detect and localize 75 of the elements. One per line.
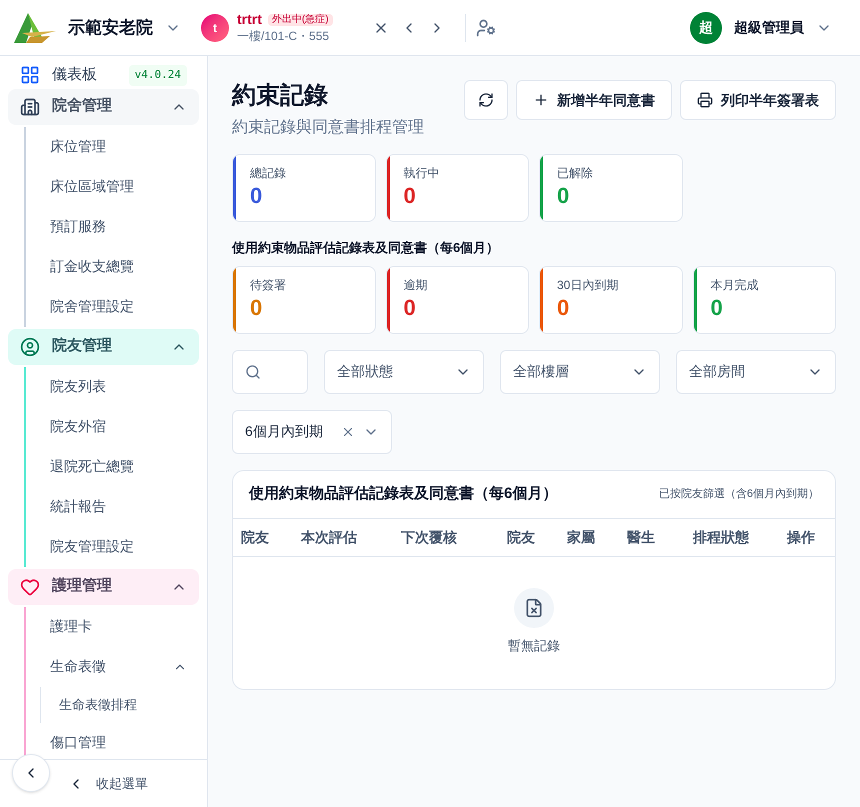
page-subtitle: 約束記錄與同意書排程管理: [232, 118, 425, 138]
stat-value: 0: [250, 294, 264, 322]
column-header: 本次評估: [301, 528, 358, 546]
logo: [12, 10, 58, 44]
table-note: 已按院友篩選（含6個月內到期）: [658, 486, 819, 502]
sidebar-item[interactable]: 院友外宿: [26, 406, 199, 446]
filter-select[interactable]: 全部樓層: [500, 350, 660, 394]
search-icon: [245, 364, 261, 380]
resident-name: trtrt: [237, 11, 262, 29]
column-header: 醫生: [627, 528, 656, 546]
stat-label: 執行中: [404, 165, 440, 182]
stat-value: 0: [710, 294, 724, 322]
sidebar-item[interactable]: 床位管理: [26, 126, 199, 166]
stat-value: 0: [557, 182, 570, 210]
stat-label: 本月完成: [710, 276, 758, 294]
filter-select[interactable]: 全部狀態: [324, 350, 484, 394]
stat-label: 待簽署: [250, 276, 286, 294]
user-settings-icon[interactable]: [476, 18, 496, 38]
sidebar-item[interactable]: 院舍管理設定: [26, 286, 199, 326]
refresh-button[interactable]: [464, 80, 508, 120]
sidebar-item[interactable]: 院友列表: [26, 366, 199, 406]
column-header: 院友: [241, 528, 270, 546]
resident-avatar: t: [201, 14, 229, 42]
status-badge: 外出中(急症): [268, 14, 333, 26]
version-badge: v4.0.24: [128, 65, 187, 86]
sidebar-group[interactable]: 院友管理: [8, 328, 199, 364]
sidebar-item[interactable]: 統計報告: [26, 486, 199, 526]
stat-label: 30日內到期: [557, 276, 618, 294]
stat-label: 已解除: [557, 165, 593, 182]
stat-value: 0: [250, 182, 264, 210]
collapse-toggle-button[interactable]: [12, 754, 50, 792]
sidebar-item[interactable]: 生命表徵: [26, 646, 199, 686]
empty-message: 暫無記錄: [508, 636, 560, 654]
stat-label: 總記錄: [250, 165, 286, 182]
stat-label: 逾期: [404, 276, 428, 294]
dashboard-icon: [20, 65, 40, 86]
user-avatar: 超: [690, 12, 722, 44]
facility-selector[interactable]: 示範安老院: [68, 14, 181, 40]
search-field[interactable]: [232, 350, 308, 394]
action-button[interactable]: 新增半年同意書: [516, 80, 672, 120]
sidebar-item[interactable]: 院友管理設定: [26, 526, 199, 566]
building-icon: [20, 96, 40, 116]
sidebar-item[interactable]: 護理卡: [26, 606, 199, 646]
heart-icon: [20, 576, 40, 596]
table-title: 使用約束物品評估記錄表及同意書（每6個月）: [249, 484, 558, 504]
period-select[interactable]: 6個月內到期: [232, 410, 392, 454]
section-heading: 使用約束物品評估記錄表及同意書（每6個月）: [232, 239, 500, 257]
sidebar-item[interactable]: 預訂服務: [26, 206, 199, 246]
action-button[interactable]: 列印半年簽署表: [680, 80, 836, 120]
column-header: 院友: [507, 528, 536, 546]
column-header: 排程狀態: [693, 528, 750, 546]
user-menu[interactable]: 超 超級管理員: [690, 12, 832, 44]
printer-icon: [697, 92, 713, 108]
sidebar-item[interactable]: 傷口管理: [26, 722, 199, 759]
column-header: 家屬: [567, 528, 596, 546]
sidebar-item[interactable]: 退院死亡總覽: [26, 446, 199, 486]
filter-select[interactable]: 全部房間: [676, 350, 836, 394]
stat-value: 0: [404, 294, 417, 322]
empty-file-icon: [524, 598, 544, 618]
resident-location: 一樓/101-C・555: [237, 28, 330, 44]
stat-value: 0: [557, 294, 570, 322]
sidebar-item[interactable]: 儀表板 v4.0.24: [8, 64, 199, 86]
refresh-icon: [478, 92, 494, 108]
sidebar-item[interactable]: 訂金收支總覽: [26, 246, 199, 286]
sidebar-group[interactable]: 護理管理: [8, 568, 199, 604]
page-title: 約束記錄: [232, 81, 329, 111]
sidebar-group[interactable]: 院舍管理: [8, 88, 199, 124]
stat-value: 0: [404, 182, 417, 210]
collapse-menu-button[interactable]: 收起選單: [68, 774, 148, 794]
column-header: 操作: [787, 528, 816, 546]
sidebar-item[interactable]: 生命表徵排程: [41, 686, 199, 722]
plus-icon: [533, 92, 549, 108]
sidebar-item[interactable]: 床位區域管理: [26, 166, 199, 206]
user-circle-icon: [20, 336, 40, 356]
column-header: 下次覆核: [401, 528, 458, 546]
